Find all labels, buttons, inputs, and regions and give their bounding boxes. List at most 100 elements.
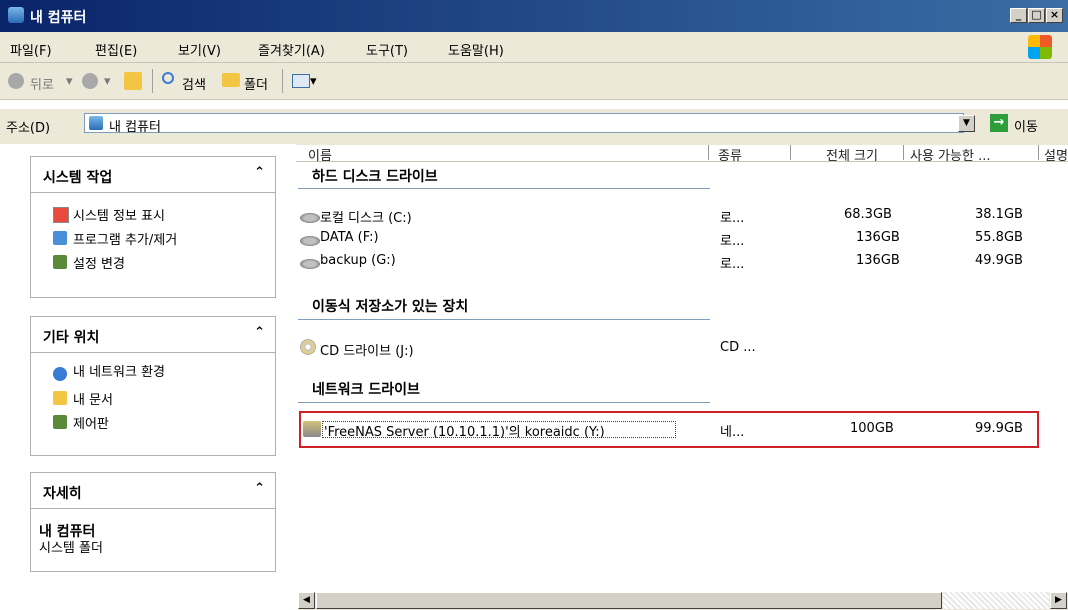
menu-file[interactable]: 파일(F): [10, 40, 52, 59]
link-system-info[interactable]: 시스템 정보 표시: [73, 205, 165, 224]
drive-name-j[interactable]: CD 드라이브 (J:): [320, 340, 414, 359]
drive-name-f[interactable]: DATA (F:): [320, 230, 379, 245]
details-panel: 자세히 ⌃ 내 컴퓨터 시스템 폴더: [30, 472, 276, 572]
column-divider[interactable]: [1038, 145, 1039, 160]
local-disk-icon: [300, 236, 320, 246]
group-title-network: 네트워크 드라이브: [312, 382, 420, 398]
drive-free-f: 55.8GB: [975, 230, 1023, 245]
back-arrow-icon[interactable]: [8, 73, 24, 89]
menu-view[interactable]: 보기(V): [178, 40, 221, 59]
back-button[interactable]: 뒤로: [30, 74, 54, 93]
folders-icon[interactable]: [222, 73, 240, 87]
scroll-right-button[interactable]: ▶: [1050, 592, 1067, 609]
drive-name-g[interactable]: backup (G:): [320, 253, 396, 268]
my-documents-icon: [53, 391, 67, 405]
system-info-icon: [53, 207, 69, 223]
drive-type-j: CD ...: [720, 340, 756, 355]
drive-type-f: 로...: [720, 234, 745, 249]
scroll-left-button[interactable]: ◀: [298, 592, 315, 609]
group-divider: [298, 402, 710, 403]
address-value: 내 컴퓨터: [109, 120, 161, 135]
views-icon[interactable]: [292, 74, 310, 88]
group-divider: [298, 319, 710, 320]
link-add-remove-programs[interactable]: 프로그램 추가/제거: [73, 229, 177, 248]
forward-dropdown-icon[interactable]: ▾: [104, 74, 111, 89]
column-divider[interactable]: [708, 145, 709, 160]
menu-bar: 파일(F) 편집(E) 보기(V) 즐겨찾기(A) 도구(T) 도움말(H): [0, 32, 1068, 63]
back-dropdown-icon[interactable]: ▾: [66, 74, 73, 89]
toolbar-separator: [152, 69, 153, 93]
collapse-chevron-icon[interactable]: ⌃: [254, 481, 265, 496]
up-folder-icon[interactable]: [124, 72, 142, 90]
folders-button[interactable]: 폴더: [244, 74, 268, 93]
network-drive-icon: [303, 421, 321, 437]
search-button[interactable]: 검색: [182, 74, 206, 93]
drive-total-g: 136GB: [856, 253, 900, 268]
control-panel-icon: [53, 415, 67, 429]
column-header-name[interactable]: 이름: [308, 145, 332, 164]
local-disk-icon: [300, 259, 320, 269]
horizontal-scrollbar[interactable]: ◀ ▶: [298, 592, 1068, 610]
toolbar-separator: [282, 69, 283, 93]
network-places-icon: [53, 367, 67, 381]
link-network-places[interactable]: 내 네트워크 환경: [73, 361, 165, 380]
drive-type-c: 로...: [720, 211, 745, 226]
scroll-thumb[interactable]: [316, 592, 942, 609]
address-dropdown-button[interactable]: ▼: [958, 115, 975, 132]
local-disk-icon: [300, 213, 320, 223]
panel-title: 시스템 작업: [43, 170, 113, 186]
drive-total-c: 68.3GB: [844, 207, 892, 222]
drive-free-g: 49.9GB: [975, 253, 1023, 268]
column-header-type[interactable]: 종류: [718, 145, 742, 164]
window-title: 내 컴퓨터: [30, 10, 87, 26]
search-icon[interactable]: [162, 72, 174, 84]
drive-type-y: 네...: [720, 425, 745, 440]
address-input[interactable]: 내 컴퓨터: [84, 113, 964, 135]
close-button[interactable]: ×: [1046, 8, 1063, 23]
drive-free-y: 99.9GB: [975, 421, 1023, 436]
drive-total-y: 100GB: [850, 421, 894, 436]
drive-name-y[interactable]: 'FreeNAS Server (10.10.1.1)'의 koreaidc (…: [324, 421, 605, 440]
scroll-track[interactable]: [943, 592, 1049, 609]
go-arrow-icon[interactable]: →: [990, 114, 1008, 132]
views-dropdown-icon[interactable]: ▾: [310, 74, 317, 89]
column-header-total-size[interactable]: 전체 크기: [826, 145, 878, 164]
column-header-description[interactable]: 설명: [1044, 145, 1068, 164]
drive-type-g: 로...: [720, 257, 745, 272]
forward-arrow-icon[interactable]: [82, 73, 98, 89]
panel-title: 기타 위치: [43, 330, 100, 346]
collapse-chevron-icon[interactable]: ⌃: [254, 165, 265, 180]
group-title-hard-disks: 하드 디스크 드라이브: [312, 169, 438, 185]
column-header-free-space[interactable]: 사용 가능한 ...: [910, 145, 990, 164]
system-tasks-header[interactable]: 시스템 작업 ⌃: [31, 157, 275, 193]
maximize-button[interactable]: □: [1028, 8, 1045, 23]
menu-help[interactable]: 도움말(H): [448, 40, 504, 59]
go-button[interactable]: 이동: [1014, 116, 1038, 135]
other-places-panel: 기타 위치 ⌃ 내 네트워크 환경 내 문서 제어판: [30, 316, 276, 456]
windows-logo-icon: [1028, 35, 1052, 59]
add-remove-programs-icon: [53, 231, 67, 245]
details-description: 시스템 폴더: [39, 541, 103, 556]
other-places-header[interactable]: 기타 위치 ⌃: [31, 317, 275, 353]
column-divider[interactable]: [903, 145, 904, 160]
computer-icon: [89, 116, 103, 130]
cd-drive-icon: [300, 339, 316, 355]
minimize-button[interactable]: _: [1010, 8, 1027, 23]
menu-favorites[interactable]: 즐겨찾기(A): [258, 40, 325, 59]
change-settings-icon: [53, 255, 67, 269]
collapse-chevron-icon[interactable]: ⌃: [254, 325, 265, 340]
column-divider[interactable]: [790, 145, 791, 160]
link-control-panel[interactable]: 제어판: [73, 413, 109, 432]
computer-icon: [8, 7, 24, 23]
menu-tools[interactable]: 도구(T): [366, 40, 408, 59]
drive-total-f: 136GB: [856, 230, 900, 245]
drive-free-c: 38.1GB: [975, 207, 1023, 222]
group-divider: [298, 188, 710, 189]
toolbar: 뒤로 ▾ ▾ 검색 폴더 ▾: [0, 63, 1068, 100]
link-my-documents[interactable]: 내 문서: [73, 389, 113, 408]
panel-title: 자세히: [43, 486, 82, 502]
link-change-settings[interactable]: 설정 변경: [73, 253, 125, 272]
menu-edit[interactable]: 편집(E): [95, 40, 137, 59]
details-header[interactable]: 자세히 ⌃: [31, 473, 275, 509]
drive-name-c[interactable]: 로컬 디스크 (C:): [320, 207, 412, 226]
